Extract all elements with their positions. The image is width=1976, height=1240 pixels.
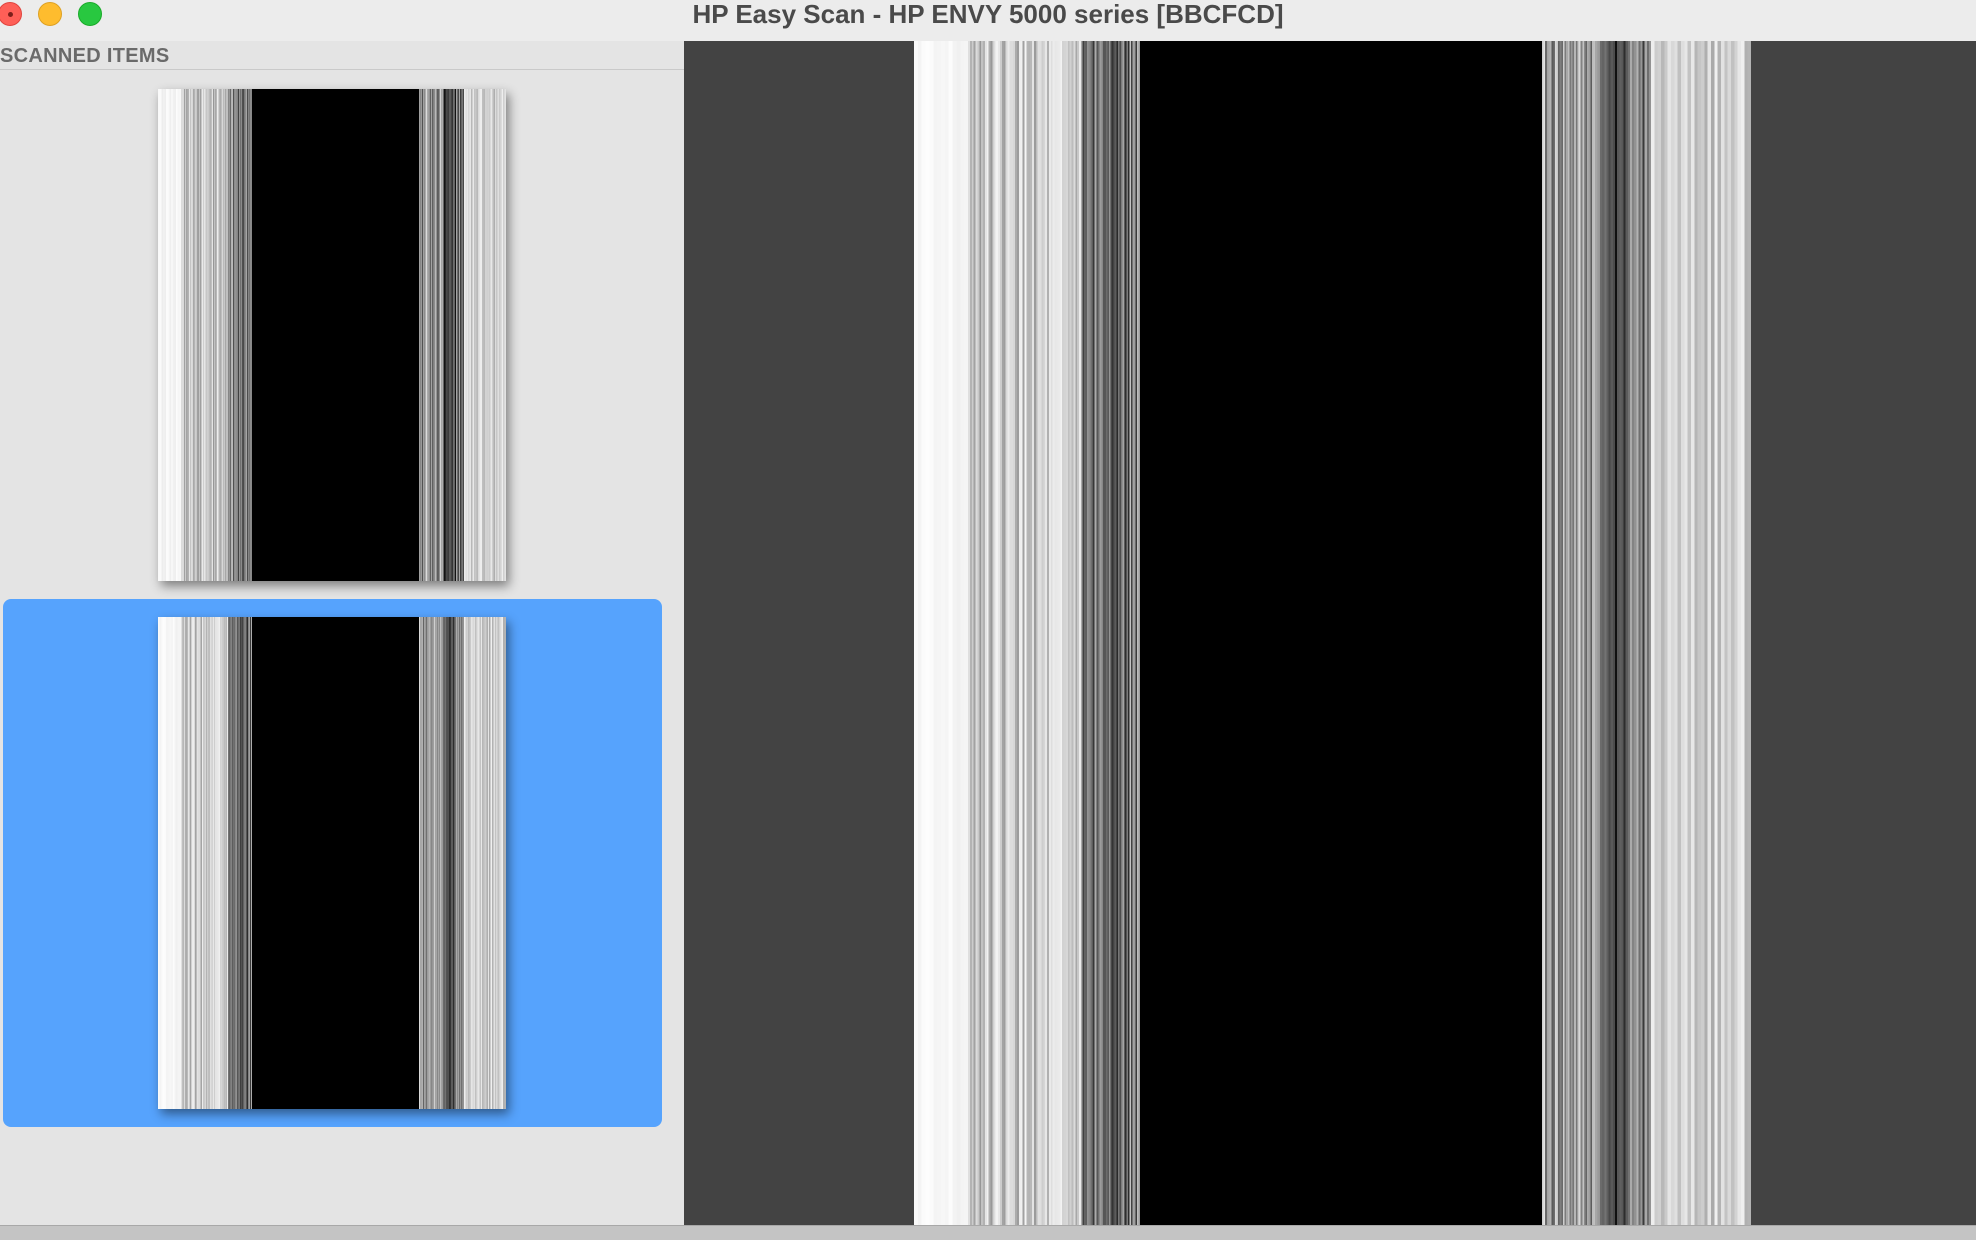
scan-gray-streaks (464, 89, 506, 581)
scan-dark-streaks (455, 617, 465, 1109)
scan-light-streaks (158, 89, 181, 581)
app-window: HP Easy Scan - HP ENVY 5000 series [BBCF… (0, 0, 1976, 1240)
scan-gray-streaks (464, 617, 506, 1109)
scan-light-streaks (914, 41, 969, 1225)
scan-dark-streaks (443, 617, 456, 1109)
scan-dark-streaks (227, 617, 252, 1109)
scan-gray-streaks (1541, 41, 1601, 1225)
scan-dark-region (251, 89, 419, 581)
scan-dark-streaks (227, 89, 252, 581)
scan-dark-streaks (1629, 41, 1651, 1225)
bottom-toolbar (0, 1225, 1976, 1240)
scan-gray-streaks (180, 89, 228, 581)
scan-thumbnail (158, 617, 506, 1109)
scanned-items-sidebar: SCANNED ITEMS (0, 41, 684, 1225)
scanned-item-1[interactable] (3, 71, 662, 599)
scan-gray-streaks (419, 617, 444, 1109)
scan-dark-streaks (443, 89, 456, 581)
scanned-item-2[interactable] (3, 599, 662, 1127)
sidebar-header: SCANNED ITEMS (0, 43, 684, 70)
scan-gray-streaks (1650, 41, 1751, 1225)
window-title: HP Easy Scan - HP ENVY 5000 series [BBCF… (692, 0, 1284, 29)
scan-thumbnail (158, 89, 506, 581)
scan-preview-page (914, 41, 1751, 1225)
scan-dark-streaks (1600, 41, 1630, 1225)
scan-gray-streaks (180, 617, 228, 1109)
scan-gray-streaks (968, 41, 1082, 1225)
scan-light-streaks (158, 617, 181, 1109)
scan-dark-streaks (455, 89, 465, 581)
scan-dark-region (251, 617, 419, 1109)
title-bar: HP Easy Scan - HP ENVY 5000 series [BBCF… (0, 0, 1976, 42)
scan-dark-streaks (1081, 41, 1140, 1225)
scan-dark-region (1139, 41, 1542, 1225)
scan-gray-streaks (419, 89, 444, 581)
scan-preview-area[interactable] (684, 41, 1976, 1225)
